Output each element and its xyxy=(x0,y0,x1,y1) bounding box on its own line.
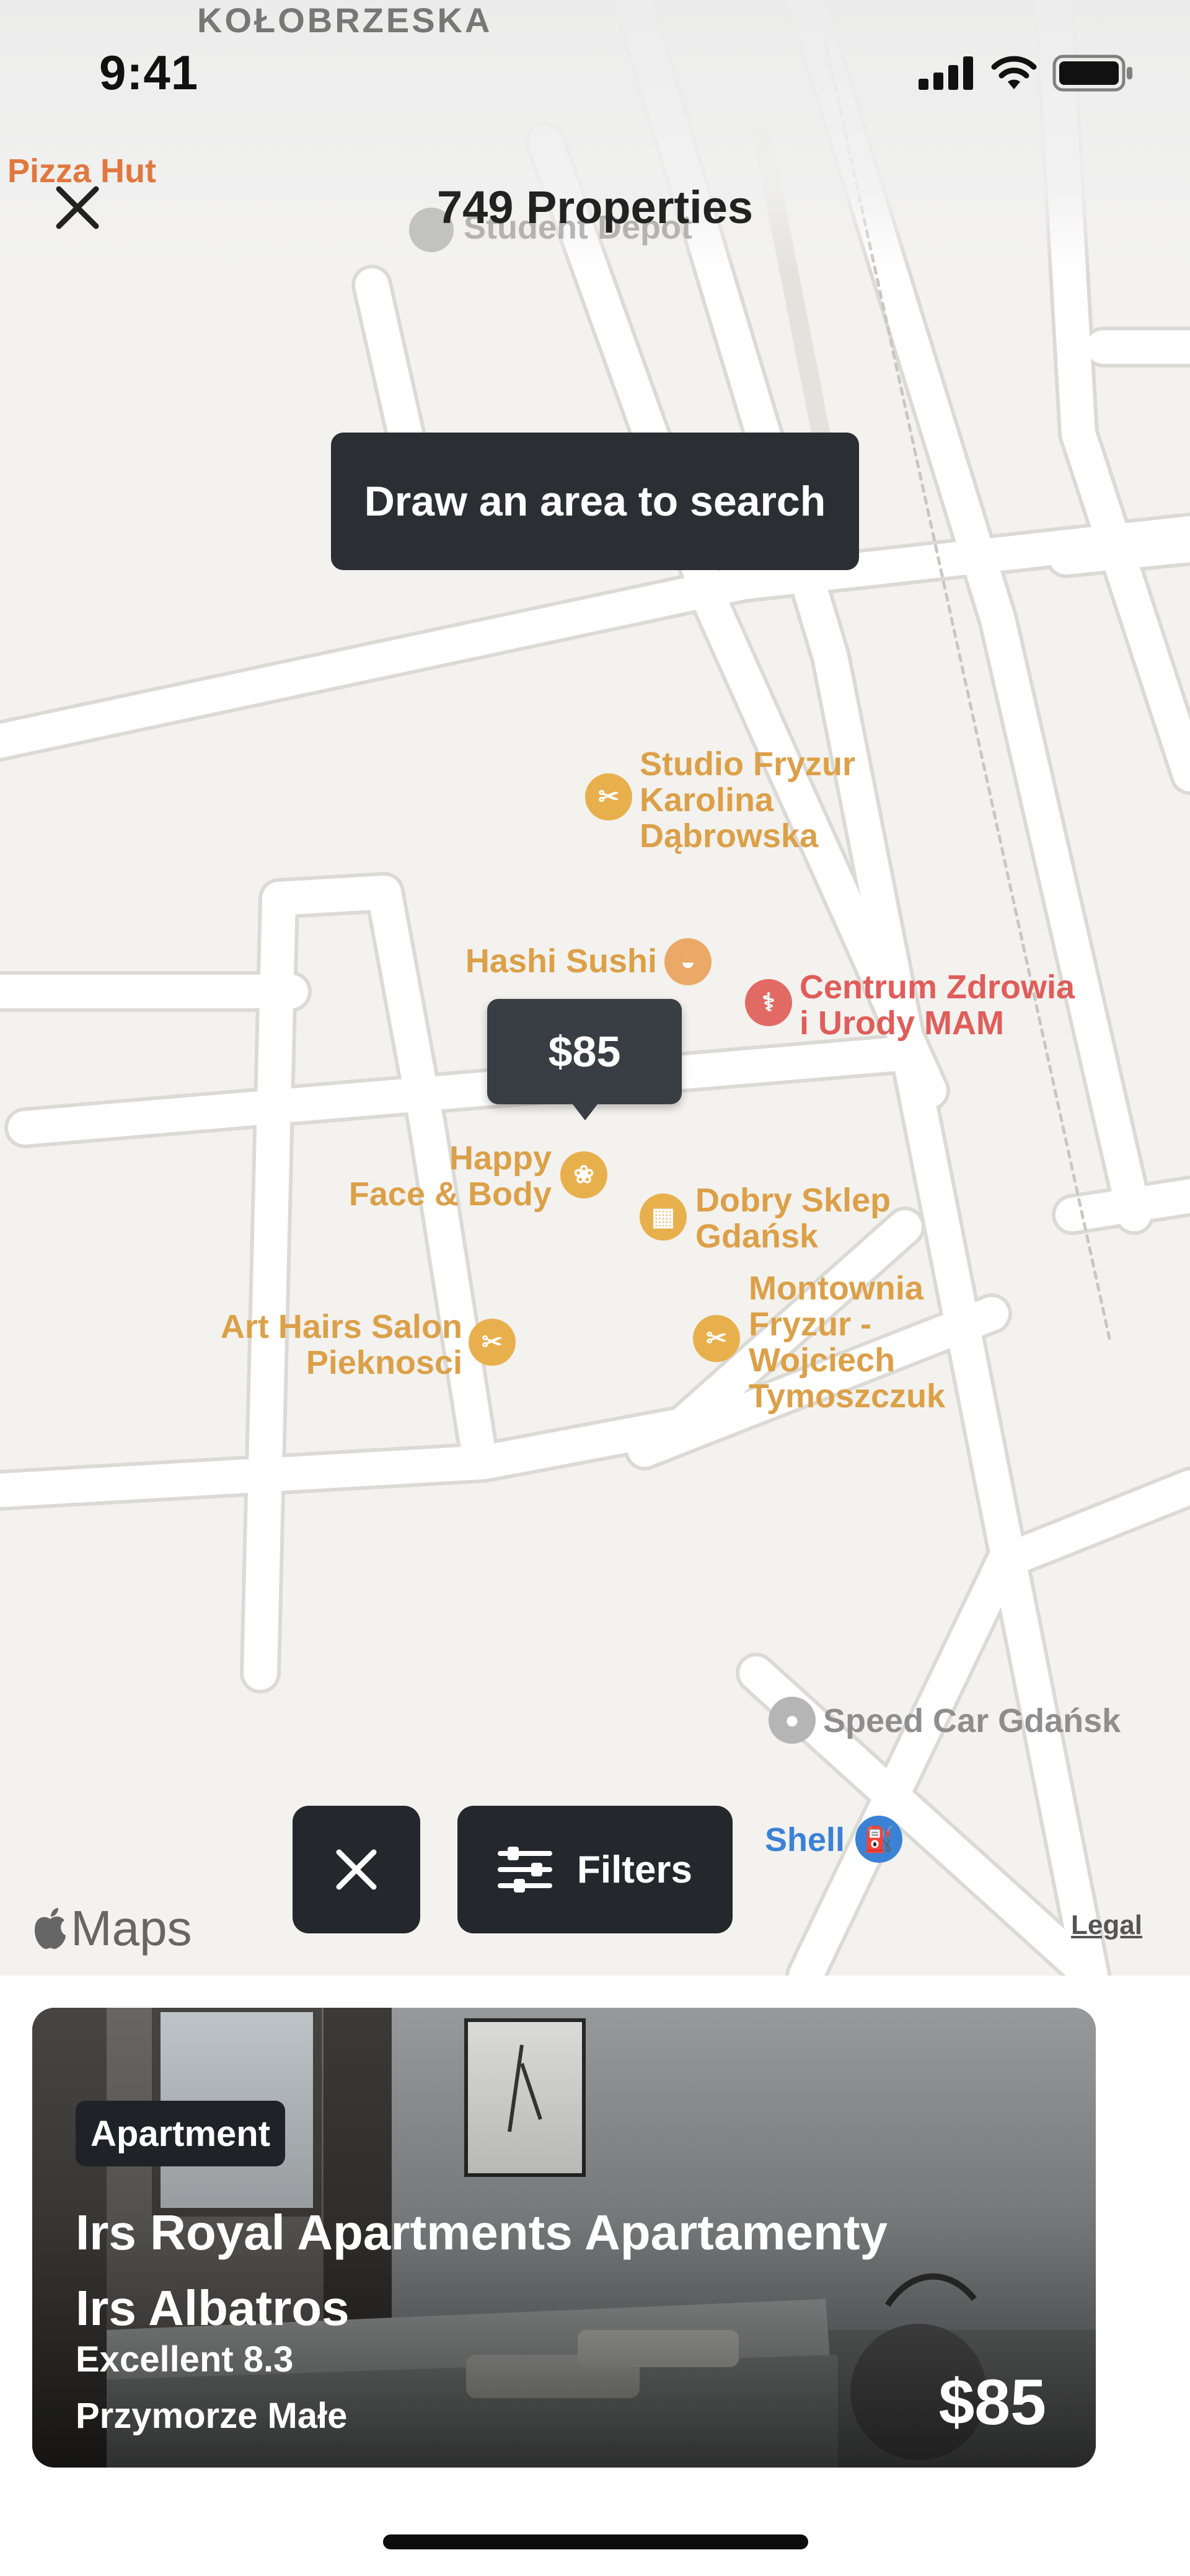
salon-icon[interactable]: ✂ xyxy=(585,773,632,820)
poi-dobry-sklep[interactable]: Dobry Sklep Gdańsk xyxy=(695,1182,891,1254)
poi-shell[interactable]: Shell xyxy=(765,1822,845,1858)
price-pin[interactable]: $85 xyxy=(487,999,682,1120)
wifi-icon xyxy=(991,56,1037,89)
map-view[interactable]: KOŁOBRZESKA Pizza Hut Student Depot 9:41… xyxy=(0,0,1190,1976)
property-type-badge: Apartment xyxy=(76,2101,286,2166)
property-rating: Excellent 8.3 xyxy=(76,2339,294,2380)
street-label: KOŁOBRZESKA xyxy=(197,1,493,40)
property-card[interactable]: Apartment Irs Royal Apartments Apartamen… xyxy=(32,2008,1096,2468)
poi-speed-car[interactable]: Speed Car Gdańsk xyxy=(823,1703,1121,1739)
close-icon xyxy=(336,1849,377,1890)
sushi-icon[interactable]: ◒ xyxy=(664,938,712,985)
car-service-icon[interactable]: ● xyxy=(769,1697,816,1744)
fuel-station-icon[interactable]: ⛽ xyxy=(855,1816,902,1863)
poi-happy-face[interactable]: Happy Face & Body xyxy=(310,1140,552,1212)
salon-icon[interactable]: ✂ xyxy=(469,1319,516,1366)
property-location: Przymorze Małe xyxy=(76,2396,348,2436)
property-price: $85 xyxy=(938,2367,1046,2438)
maps-brand-label: Maps xyxy=(71,1901,192,1956)
spa-icon[interactable]: ❀ xyxy=(560,1151,607,1198)
cellular-signal-icon xyxy=(919,56,973,90)
draw-area-prompt[interactable]: Draw an area to search xyxy=(331,433,859,570)
legal-link[interactable]: Legal xyxy=(1071,1910,1142,1941)
apple-logo-icon xyxy=(35,1908,66,1950)
poi-centrum-zdrowia[interactable]: Centrum Zdrowia i Urody MAM xyxy=(800,969,1075,1041)
property-name: Irs Royal Apartments Apartamenty Irs Alb… xyxy=(76,2205,888,2336)
poi-studio-fryzur[interactable]: Studio Fryzur Karolina Dąbrowska xyxy=(640,746,855,854)
properties-count-title: 749 Properties xyxy=(436,182,754,233)
filters-label: Filters xyxy=(576,1848,693,1891)
sliders-icon xyxy=(497,1847,552,1892)
home-indicator[interactable] xyxy=(383,2534,808,2549)
poi-art-hairs[interactable]: Art Hairs Salon Pieknosci xyxy=(155,1309,462,1381)
maps-attribution: Maps xyxy=(32,1900,192,1957)
poi-hashi-sushi[interactable]: Hashi Sushi xyxy=(434,943,657,979)
salon-icon[interactable]: ✂ xyxy=(693,1315,740,1362)
clear-drawing-button[interactable] xyxy=(293,1806,420,1933)
filters-button[interactable]: Filters xyxy=(457,1806,733,1933)
shopping-basket-icon[interactable]: ▦ xyxy=(640,1193,687,1241)
status-time: 9:41 xyxy=(99,45,199,100)
medical-icon[interactable]: ⚕ xyxy=(745,979,792,1026)
poi-montownia[interactable]: Montownia Fryzur - Wojciech Tymoszczuk xyxy=(749,1270,945,1414)
battery-icon xyxy=(1052,55,1132,92)
status-icons xyxy=(919,55,1134,92)
